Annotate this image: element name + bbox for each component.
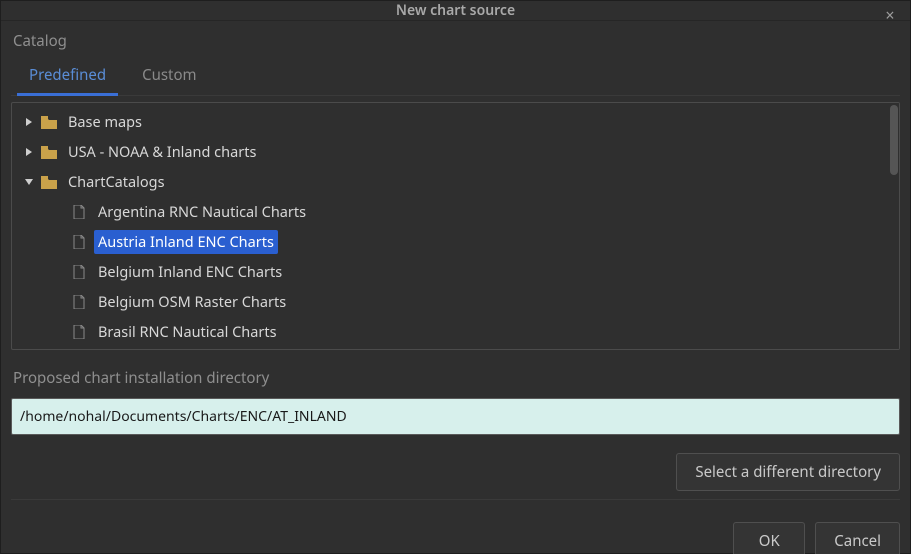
- install-directory-label: Proposed chart installation directory: [11, 364, 900, 392]
- catalog-label: Catalog: [11, 27, 900, 55]
- tree-item-label: Brasil RNC Nautical Charts: [94, 320, 281, 344]
- dialog-title: New chart source: [396, 1, 515, 20]
- tree-scrollbar[interactable]: [889, 103, 899, 349]
- scrollbar-thumb[interactable]: [890, 105, 898, 175]
- tree-item-argentina-rnc[interactable]: Argentina RNC Nautical Charts: [12, 197, 889, 227]
- tree-item-label: Belgium OSM Raster Charts: [94, 290, 290, 314]
- file-icon: [70, 234, 88, 250]
- close-icon[interactable]: ×: [880, 5, 900, 25]
- tree-item-brasil-rnc[interactable]: Brasil RNC Nautical Charts: [12, 317, 889, 347]
- file-icon: [70, 324, 88, 340]
- tree-item-label: Austria Inland ENC Charts: [94, 230, 278, 254]
- titlebar: New chart source ×: [1, 1, 910, 21]
- tree-item-austria-inland[interactable]: Austria Inland ENC Charts: [12, 227, 889, 257]
- chevron-down-icon[interactable]: [22, 175, 36, 189]
- catalog-tabs: Predefined Custom: [11, 57, 900, 96]
- catalog-tree-container: Base maps USA - NOAA & Inland charts: [11, 102, 900, 350]
- folder-open-icon: [40, 174, 58, 190]
- dialog-button-row: OK Cancel: [1, 510, 910, 554]
- tree-item-chart-catalogs[interactable]: ChartCatalogs: [12, 167, 889, 197]
- catalog-tree[interactable]: Base maps USA - NOAA & Inland charts: [12, 103, 889, 349]
- file-icon: [70, 204, 88, 220]
- install-directory-input[interactable]: [11, 398, 900, 435]
- install-directory-section: Proposed chart installation directory Se…: [11, 364, 900, 500]
- dialog-content: Catalog Predefined Custom Base maps: [1, 21, 910, 510]
- tree-item-label: Belgium Inland ENC Charts: [94, 260, 286, 284]
- button-label: Select a different directory: [695, 462, 881, 482]
- ok-button[interactable]: OK: [733, 522, 805, 554]
- tree-item-belgium-osm[interactable]: Belgium OSM Raster Charts: [12, 287, 889, 317]
- chevron-right-icon[interactable]: [22, 115, 36, 129]
- tree-item-label: USA - NOAA & Inland charts: [64, 140, 260, 164]
- folder-icon: [40, 114, 58, 130]
- tab-label: Predefined: [29, 65, 106, 85]
- button-label: Cancel: [834, 531, 881, 551]
- tree-item-base-maps[interactable]: Base maps: [12, 107, 889, 137]
- tab-label: Custom: [142, 65, 196, 85]
- select-different-directory-button[interactable]: Select a different directory: [676, 453, 900, 491]
- tab-predefined[interactable]: Predefined: [11, 57, 124, 95]
- cancel-button[interactable]: Cancel: [815, 522, 900, 554]
- button-label: OK: [759, 531, 780, 551]
- new-chart-source-dialog: New chart source × Catalog Predefined Cu…: [0, 0, 911, 554]
- tree-item-usa-noaa[interactable]: USA - NOAA & Inland charts: [12, 137, 889, 167]
- file-icon: [70, 294, 88, 310]
- tab-custom[interactable]: Custom: [124, 57, 214, 95]
- tree-item-label: Base maps: [64, 110, 146, 134]
- tree-item-label: Argentina RNC Nautical Charts: [94, 200, 310, 224]
- file-icon: [70, 264, 88, 280]
- tree-item-label: ChartCatalogs: [64, 170, 169, 194]
- chevron-right-icon[interactable]: [22, 145, 36, 159]
- folder-icon: [40, 144, 58, 160]
- tree-item-belgium-inland[interactable]: Belgium Inland ENC Charts: [12, 257, 889, 287]
- install-directory-button-row: Select a different directory: [11, 453, 900, 500]
